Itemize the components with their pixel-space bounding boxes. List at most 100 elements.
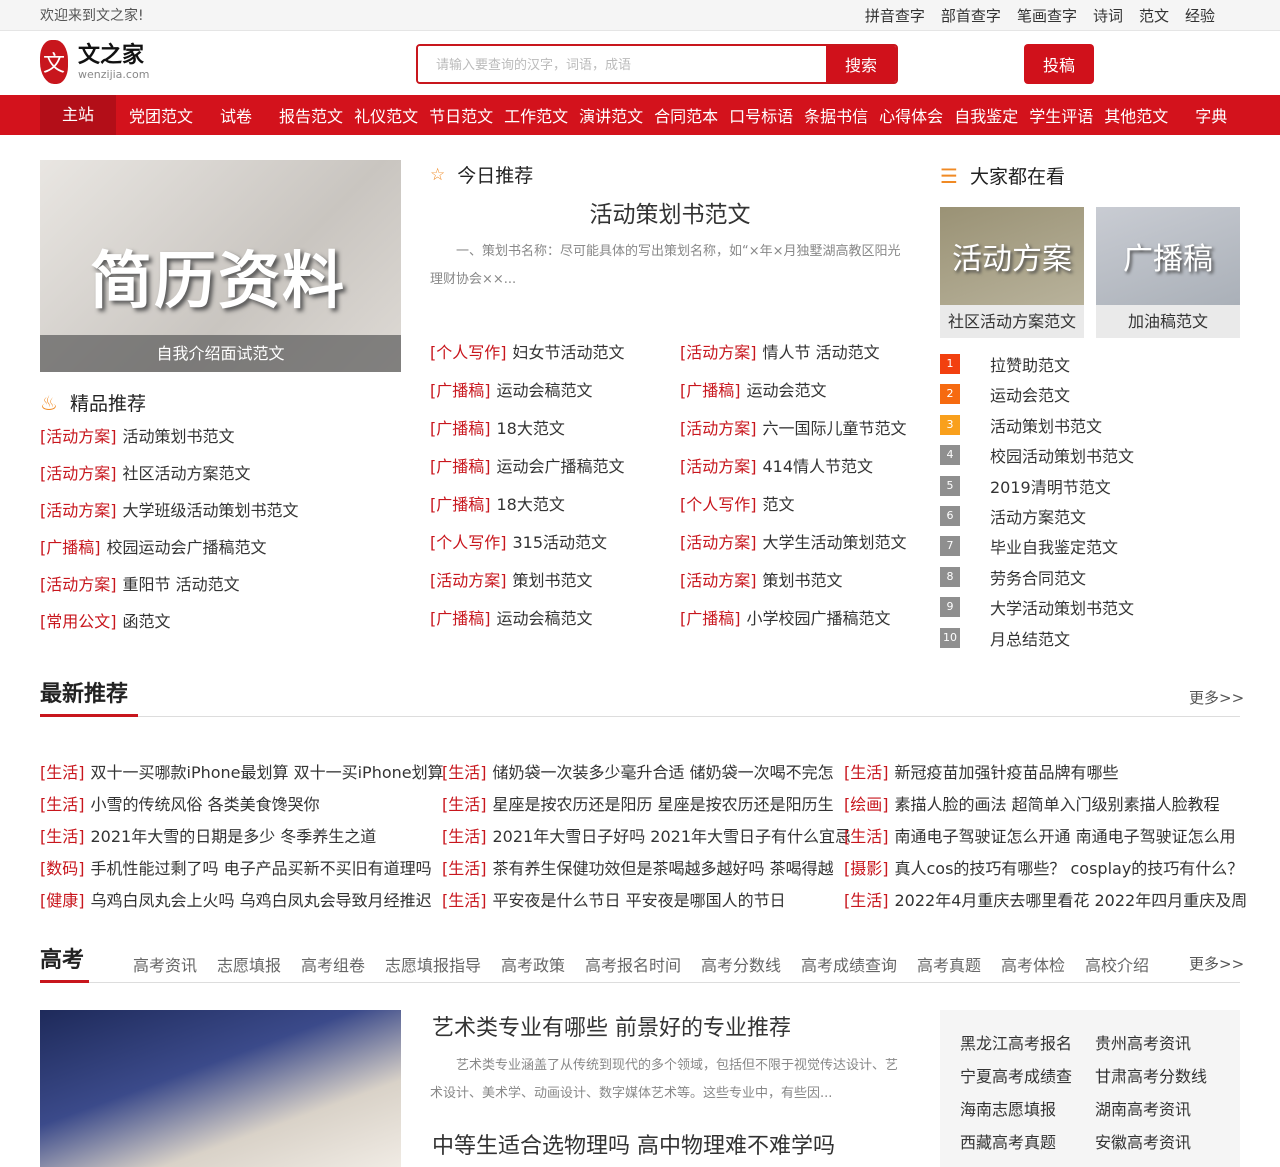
gaokao-more-link[interactable]: 更多>> [1189,953,1244,974]
item-title[interactable]: 南通电子驾驶证怎么开通 南通电子驾驶证怎么用 [895,827,1236,846]
feature-caption[interactable]: 自我介绍面试范文 [40,335,401,372]
category-tag[interactable]: [生活] [442,891,487,910]
item-title[interactable]: 小学校园广播稿范文 [747,609,891,628]
rank-item[interactable]: 1 拉赞助范文 [940,352,1070,376]
category-tag[interactable]: [活动方案] [680,419,757,438]
category-tag[interactable]: [生活] [844,763,889,782]
thumb-caption[interactable]: 加油稿范文 [1096,305,1240,338]
item-title[interactable]: 414情人节范文 [763,457,874,476]
nav-item[interactable]: 节日范文 [429,103,493,127]
list-item[interactable]: [活动方案] 重阳节 活动范文 [40,571,240,595]
list-item[interactable]: [广播稿] 校园运动会广播稿范文 [40,534,267,558]
list-item[interactable]: [广播稿] 运动会稿范文 [430,605,593,629]
nav-item[interactable]: 礼仪范文 [354,103,418,127]
item-title[interactable]: 校园运动会广播稿范文 [107,538,267,557]
rank-item[interactable]: 10 月总结范文 [940,626,1070,650]
search-button[interactable]: 搜索 [826,46,896,82]
gaokao-side-link[interactable]: 黑龙江高考报名 [960,1030,1072,1054]
list-item[interactable]: [活动方案] 大学生活动策划范文 [680,529,907,553]
rank-title[interactable]: 活动方案范文 [990,504,1086,528]
item-title[interactable]: 函范文 [123,612,171,631]
list-item[interactable]: [生活] 双十一买哪款iPhone最划算 双十一买iPhone划算 [40,759,444,783]
nav-item[interactable]: 主站 [40,95,117,135]
gaokao-side-link[interactable]: 甘肃高考分数线 [1095,1063,1207,1087]
item-title[interactable]: 运动会广播稿范文 [497,457,625,476]
nav-item[interactable]: 党团范文 [129,103,193,127]
category-tag[interactable]: [活动方案] [680,343,757,362]
list-item[interactable]: [广播稿] 运动会广播稿范文 [430,453,625,477]
list-item[interactable]: [活动方案] 情人节 活动范文 [680,339,880,363]
list-item[interactable]: [摄影] 真人cos的技巧有哪些？ cosplay的技巧有什么？ [844,855,1243,879]
gaokao-side-link[interactable]: 湖南高考资讯 [1095,1096,1191,1120]
rank-title[interactable]: 月总结范文 [990,626,1070,650]
top-link[interactable]: 笔画查字 [1017,5,1077,26]
category-tag[interactable]: [广播稿] [430,419,491,438]
item-title[interactable]: 大学班级活动策划书范文 [123,501,299,520]
logo[interactable]: 文 文之家 wenzijia.com [40,40,149,84]
list-item[interactable]: [健康] 乌鸡白凤丸会上火吗 乌鸡白凤丸会导致月经推迟 [40,887,432,911]
gaokao-article-title[interactable]: 艺术类专业有哪些 前景好的专业推荐 [432,1010,791,1042]
item-title[interactable]: 社区活动方案范文 [123,464,251,483]
thumb-caption[interactable]: 社区活动方案范文 [940,305,1084,338]
gaokao-tab[interactable]: 志愿填报 [217,952,281,976]
nav-item[interactable]: 字典 [1195,103,1227,127]
category-tag[interactable]: [生活] [844,827,889,846]
category-tag[interactable]: [活动方案] [40,464,117,483]
list-item[interactable]: [活动方案] 策划书范文 [430,567,593,591]
list-item[interactable]: [活动方案] 大学班级活动策划书范文 [40,497,299,521]
category-tag[interactable]: [广播稿] [430,609,491,628]
category-tag[interactable]: [数码] [40,859,85,878]
category-tag[interactable]: [生活] [442,859,487,878]
gaokao-article-title[interactable]: 中等生适合选物理吗 高中物理难不难学吗 [432,1128,835,1160]
top-link[interactable]: 诗词 [1093,5,1123,26]
category-tag[interactable]: [健康] [40,891,85,910]
nav-item[interactable]: 演讲范文 [579,103,643,127]
rank-title[interactable]: 大学活动策划书范文 [990,595,1134,619]
item-title[interactable]: 储奶袋一次装多少毫升合适 储奶袋一次喝不完怎 [493,763,834,782]
category-tag[interactable]: [个人写作] [430,533,507,552]
top-link[interactable]: 拼音查字 [865,5,925,26]
category-tag[interactable]: [广播稿] [430,457,491,476]
rank-item[interactable]: 2 运动会范文 [940,382,1070,406]
list-item[interactable]: [生活] 储奶袋一次装多少毫升合适 储奶袋一次喝不完怎 [442,759,834,783]
item-title[interactable]: 素描人脸的画法 超简单入门级别素描人脸教程 [895,795,1220,814]
rank-title[interactable]: 拉赞助范文 [990,352,1070,376]
nav-item[interactable]: 试卷 [220,103,252,127]
item-title[interactable]: 2022年4月重庆去哪里看花 2022年四月重庆及周 [895,891,1248,910]
list-item[interactable]: [数码] 手机性能过剩了吗 电子产品买新不买旧有道理吗 [40,855,432,879]
list-item[interactable]: [生活] 茶有养生保健功效但是茶喝越多越好吗 茶喝得越 [442,855,834,879]
list-item[interactable]: [个人写作] 315活动范文 [430,529,607,553]
item-title[interactable]: 运动会稿范文 [497,609,593,628]
nav-item[interactable]: 自我鉴定 [954,103,1018,127]
gaokao-tab[interactable]: 高考政策 [501,952,565,976]
category-tag[interactable]: [广播稿] [430,381,491,400]
category-tag[interactable]: [生活] [844,891,889,910]
item-title[interactable]: 平安夜是什么节日 平安夜是哪国人的节日 [493,891,786,910]
category-tag[interactable]: [活动方案] [40,501,117,520]
item-title[interactable]: 茶有养生保健功效但是茶喝越多越好吗 茶喝得越 [493,859,834,878]
list-item[interactable]: [生活] 新冠疫苗加强针疫苗品牌有哪些 [844,759,1119,783]
gaokao-side-link[interactable]: 海南志愿填报 [960,1096,1056,1120]
gaokao-tab[interactable]: 高考体检 [1001,952,1065,976]
category-tag[interactable]: [活动方案] [430,571,507,590]
item-title[interactable]: 小雪的传统风俗 各类美食馋哭你 [91,795,320,814]
item-title[interactable]: 2021年大雪的日期是多少 冬季养生之道 [91,827,377,846]
list-item[interactable]: [绘画] 素描人脸的画法 超简单入门级别素描人脸教程 [844,791,1220,815]
list-item[interactable]: [生活] 2021年大雪日子好吗 2021年大雪日子有什么宜忌 [442,823,851,847]
item-title[interactable]: 运动会稿范文 [497,381,593,400]
item-title[interactable]: 妇女节活动范文 [513,343,625,362]
today-headline[interactable]: 活动策划书范文 [430,195,910,229]
rank-item[interactable]: 4 校园活动策划书范文 [940,443,1134,467]
gaokao-tab[interactable]: 志愿填报指导 [385,952,481,976]
submit-article-button[interactable]: 投稿 [1024,44,1094,84]
category-tag[interactable]: [个人写作] [680,495,757,514]
gaokao-side-link[interactable]: 贵州高考资讯 [1095,1030,1191,1054]
nav-item[interactable]: 学生评语 [1029,103,1093,127]
rank-item[interactable]: 6 活动方案范文 [940,504,1086,528]
list-item[interactable]: [广播稿] 18大范文 [430,491,565,515]
latest-more-link[interactable]: 更多>> [1189,687,1244,708]
top-link[interactable]: 范文 [1139,5,1169,26]
list-item[interactable]: [常用公文] 函范文 [40,608,171,632]
list-item[interactable]: [活动方案] 活动策划书范文 [40,423,235,447]
category-tag[interactable]: [摄影] [844,859,889,878]
